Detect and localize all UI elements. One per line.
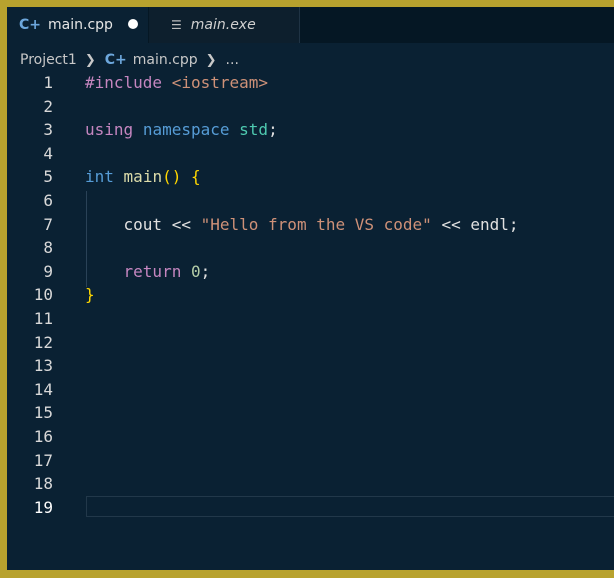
token-string: "Hello from the VS code"	[200, 214, 432, 234]
token-identifier: cout	[123, 214, 163, 234]
line-number: 16	[33, 426, 53, 446]
tab-main-exe[interactable]: ☰ main.exe	[149, 7, 300, 43]
token-header: <iostream>	[171, 73, 269, 92]
code-line[interactable]: 11	[7, 307, 614, 331]
line-number: 18	[33, 474, 53, 494]
line-number: 5	[43, 167, 53, 187]
line-number: 7	[43, 214, 53, 234]
code-line[interactable]: 1 #include <iostream>	[7, 71, 614, 95]
code-line-current[interactable]: 19	[7, 495, 614, 520]
line-number: 13	[33, 356, 53, 376]
code-line[interactable]: 16	[7, 425, 614, 449]
code-text: int main() {	[85, 165, 201, 189]
line-number: 3	[43, 120, 53, 140]
token-namespace: std	[239, 120, 269, 140]
code-text: return 0;	[85, 260, 211, 284]
line-number: 17	[33, 450, 53, 470]
cpp-icon: C+	[104, 52, 127, 68]
unsaved-dot-icon[interactable]	[128, 19, 138, 29]
code-line[interactable]: 17	[7, 449, 614, 473]
line-number: 1	[43, 73, 53, 92]
code-text: using namespace std;	[85, 118, 278, 142]
code-editor[interactable]: 1 #include <iostream> 2 3 using namespac…	[7, 71, 614, 519]
code-line[interactable]: 10 }	[7, 283, 614, 307]
token-keyword: return	[123, 261, 182, 281]
line-number: 19	[33, 497, 53, 517]
token-punct: ;	[268, 120, 278, 140]
token-operator: <<	[171, 214, 191, 234]
line-number: 12	[33, 332, 53, 352]
code-line[interactable]: 14	[7, 378, 614, 402]
editor-window: C+ main.cpp ☰ main.exe Project1 ❯ C+ mai…	[7, 7, 614, 570]
token-number: 0	[190, 261, 201, 281]
cpp-icon: C+	[19, 17, 42, 33]
breadcrumb-file[interactable]: main.cpp	[133, 52, 198, 68]
code-line[interactable]: 18	[7, 472, 614, 496]
code-line[interactable]: 8	[7, 236, 614, 260]
token-punct: ;	[200, 261, 211, 281]
line-number: 4	[43, 143, 53, 163]
tab-label: main.exe	[190, 17, 256, 33]
breadcrumb-more[interactable]: ...	[226, 52, 239, 68]
token-keyword: using	[85, 120, 134, 140]
code-line[interactable]: 3 using namespace std;	[7, 118, 614, 142]
code-text: cout << "Hello from the VS code" << endl…	[85, 213, 519, 237]
token-operator: <<	[441, 214, 461, 234]
code-line[interactable]: 2	[7, 95, 614, 119]
token-parens: ()	[162, 167, 182, 187]
breadcrumb: Project1 ❯ C+ main.cpp ❯ ...	[20, 51, 239, 69]
code-line[interactable]: 9 return 0;	[7, 260, 614, 284]
token-punct: ;	[508, 214, 519, 234]
code-line[interactable]: 7 cout << "Hello from the VS code" << en…	[7, 213, 614, 237]
token-type: int	[85, 167, 114, 187]
code-line[interactable]: 4	[7, 142, 614, 166]
token-keyword: namespace	[142, 120, 230, 140]
token-directive: #include	[85, 73, 163, 92]
breadcrumb-project[interactable]: Project1	[20, 52, 77, 68]
line-number: 2	[43, 96, 53, 116]
token-identifier: endl	[470, 214, 509, 234]
line-number: 10	[33, 285, 53, 305]
chevron-right-icon: ❯	[84, 52, 96, 68]
tab-main-cpp[interactable]: C+ main.cpp	[7, 7, 148, 43]
code-line[interactable]: 5 int main() {	[7, 165, 614, 189]
token-brace: {	[190, 167, 201, 187]
line-number: 11	[33, 308, 53, 328]
code-line[interactable]: 13	[7, 354, 614, 378]
tab-label: main.cpp	[48, 17, 113, 33]
tab-bar: C+ main.cpp ☰ main.exe	[7, 7, 614, 43]
chevron-right-icon: ❯	[205, 52, 217, 68]
token-brace: }	[85, 285, 95, 305]
line-number: 15	[33, 403, 53, 423]
code-line[interactable]: 12	[7, 331, 614, 355]
line-number: 6	[43, 190, 53, 210]
line-number: 9	[43, 261, 53, 281]
token-function: main	[123, 167, 163, 187]
line-number: 14	[33, 379, 53, 399]
code-text: }	[85, 283, 95, 307]
code-line[interactable]: 15	[7, 401, 614, 425]
line-number: 8	[43, 238, 53, 258]
code-text: #include <iostream>	[85, 71, 268, 95]
code-line[interactable]: 6	[7, 189, 614, 213]
file-lines-icon: ☰	[171, 18, 182, 32]
